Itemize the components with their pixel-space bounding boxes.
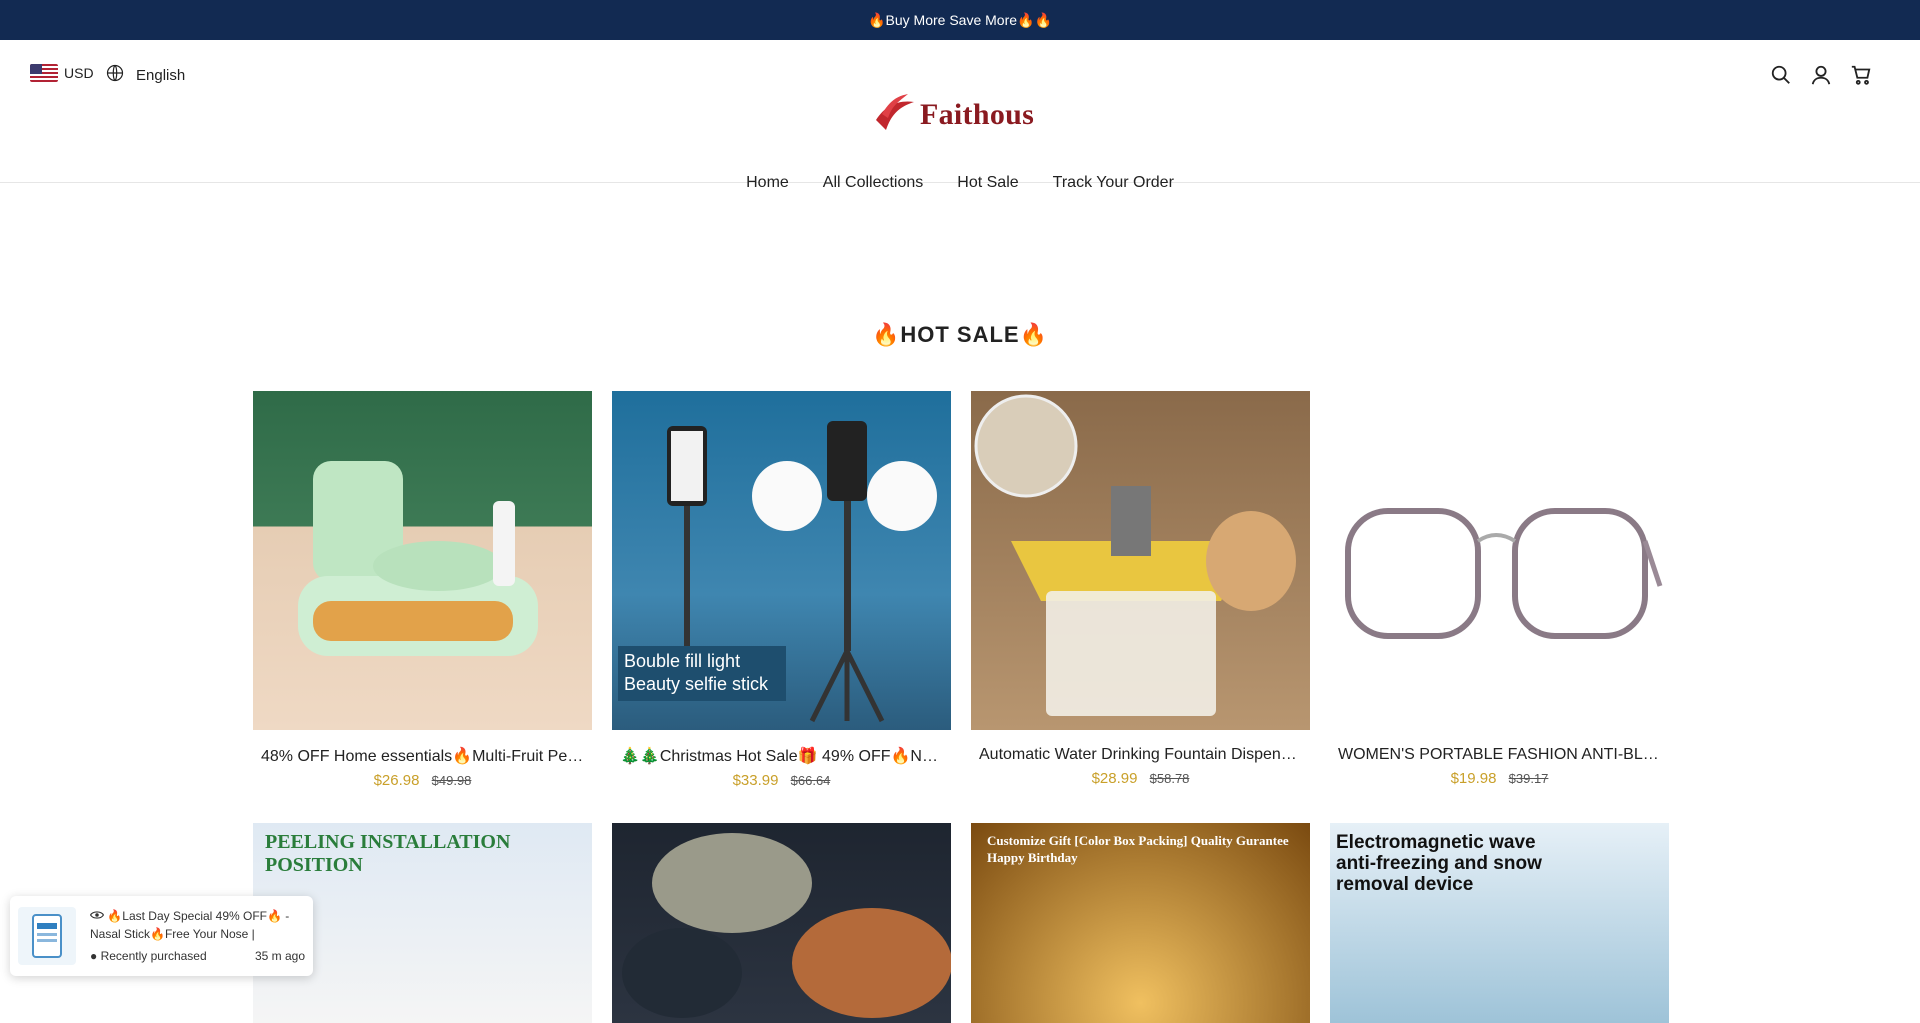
- language-label: English: [136, 66, 186, 84]
- product-title[interactable]: 48% OFF Home essentials🔥Multi-Fruit Peel…: [253, 746, 592, 766]
- notification-status: ● Recently purchased: [90, 948, 207, 963]
- product-price: $26.98: [373, 772, 420, 789]
- header-icons: [1770, 64, 1872, 86]
- product-card[interactable]: [612, 823, 951, 1023]
- product-image-caption: Bouble fill light Beauty selfie stick: [618, 646, 786, 701]
- search-icon[interactable]: [1770, 64, 1792, 86]
- logo-mark-icon: [872, 90, 916, 139]
- product-compare-price: $39.17: [1508, 771, 1549, 786]
- product-card[interactable]: Automatic Water Drinking Fountain Dispen…: [971, 391, 1310, 789]
- currency-selector[interactable]: USD: [30, 64, 94, 82]
- section-title: 🔥HOT SALE🔥: [871, 322, 1048, 347]
- product-title[interactable]: WOMEN'S PORTABLE FASHION ANTI-BLUE…: [1330, 746, 1669, 764]
- product-grid: 48% OFF Home essentials🔥Multi-Fruit Peel…: [253, 391, 1669, 789]
- logo-text: Faithous: [920, 97, 1035, 131]
- notification-meta: ● Recently purchased 35 m ago: [90, 947, 305, 966]
- product-prices: $26.98 $49.98: [253, 772, 592, 789]
- product-price: $33.99: [732, 772, 779, 789]
- nav-hot-sale[interactable]: Hot Sale: [957, 174, 1018, 192]
- product-image-selfie-stick[interactable]: Bouble fill light Beauty selfie stick: [612, 391, 951, 730]
- product-compare-price: $49.98: [431, 773, 472, 788]
- product-compare-price: $58.78: [1149, 771, 1190, 786]
- product-image-glasses[interactable]: [1330, 391, 1669, 730]
- product-prices: $28.99 $58.78: [971, 770, 1310, 787]
- notification-body: 🔥Last Day Special 49% OFF🔥 -Nasal Stick🔥…: [90, 907, 305, 966]
- product-card[interactable]: 48% OFF Home essentials🔥Multi-Fruit Peel…: [253, 391, 592, 789]
- product-image-caption: PEELING INSTALLATION POSITION: [265, 831, 511, 876]
- product-card[interactable]: Bouble fill light Beauty selfie stick 🎄🎄…: [612, 391, 951, 789]
- logo[interactable]: Faithous: [872, 90, 1034, 139]
- product-image-water-fountain[interactable]: [971, 391, 1310, 730]
- product-image-birthday-gift[interactable]: Customize Gift [Color Box Packing] Quali…: [971, 823, 1310, 1023]
- product-image-caption: Customize Gift [Color Box Packing] Quali…: [987, 833, 1289, 865]
- product-card[interactable]: Electromagnetic wave anti-freezing and s…: [1330, 823, 1669, 1023]
- globe-icon: [106, 64, 124, 86]
- eye-icon: [90, 909, 107, 923]
- announcement-text: 🔥Buy More Save More🔥🔥: [868, 11, 1052, 28]
- cart-icon[interactable]: [1850, 64, 1872, 86]
- product-compare-price: $66.64: [790, 773, 831, 788]
- notification-title: 🔥Last Day Special 49% OFF🔥 -Nasal Stick🔥…: [90, 908, 290, 942]
- main-nav: Home All Collections Hot Sale Track Your…: [0, 174, 1920, 192]
- account-icon[interactable]: [1810, 64, 1832, 86]
- product-card[interactable]: Customize Gift [Color Box Packing] Quali…: [971, 823, 1310, 1023]
- product-price: $28.99: [1091, 770, 1138, 787]
- notification-product-image: [18, 907, 76, 965]
- product-card[interactable]: WOMEN'S PORTABLE FASHION ANTI-BLUE… $19.…: [1330, 391, 1669, 789]
- purchase-notification[interactable]: 🔥Last Day Special 49% OFF🔥 -Nasal Stick🔥…: [10, 896, 313, 976]
- product-prices: $19.98 $39.17: [1330, 770, 1669, 787]
- check-circle-icon: ●: [90, 948, 98, 963]
- nav-track-order[interactable]: Track Your Order: [1053, 174, 1174, 192]
- notification-time: 35 m ago: [254, 948, 305, 963]
- product-prices: $33.99 $66.64: [612, 772, 951, 789]
- product-title[interactable]: Automatic Water Drinking Fountain Dispen…: [971, 746, 1310, 764]
- product-image-snow-removal[interactable]: Electromagnetic wave anti-freezing and s…: [1330, 823, 1669, 1023]
- site-header: USD English Faithous Home All Collection…: [0, 40, 1920, 191]
- nav-all-collections[interactable]: All Collections: [823, 174, 923, 192]
- product-price: $19.98: [1450, 770, 1497, 787]
- product-image-glasses-case[interactable]: [612, 823, 951, 1023]
- announcement-bar: 🔥Buy More Save More🔥🔥: [0, 0, 1920, 40]
- currency-label: USD: [64, 65, 94, 81]
- product-image-caption: Electromagnetic wave anti-freezing and s…: [1336, 832, 1542, 895]
- nav-home[interactable]: Home: [746, 174, 789, 192]
- product-image-peeler[interactable]: [253, 391, 592, 730]
- us-flag-icon: [30, 64, 58, 82]
- product-title[interactable]: 🎄🎄Christmas Hot Sale🎁 49% OFF🔥New 6 in 1…: [612, 746, 951, 766]
- product-grid-row2: PEELING INSTALLATION POSITION Customize …: [253, 823, 1669, 1023]
- language-selector[interactable]: English: [106, 64, 185, 86]
